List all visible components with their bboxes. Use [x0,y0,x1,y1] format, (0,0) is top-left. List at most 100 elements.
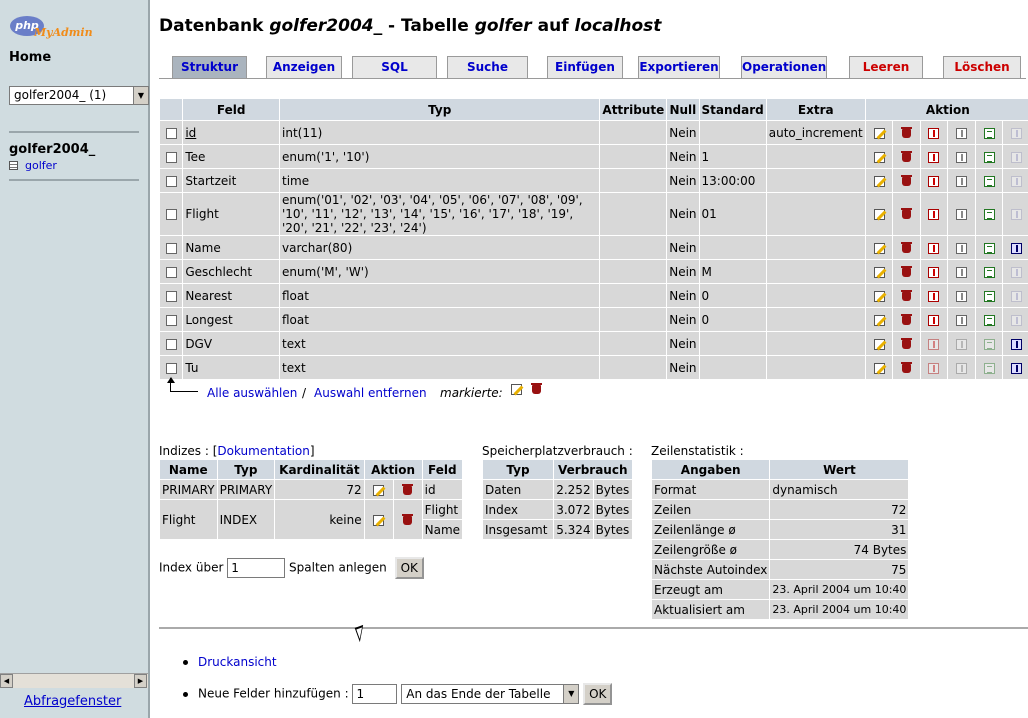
horizontal-scrollbar[interactable]: ◀ ▶ [0,673,148,688]
phpmyadmin-logo[interactable]: php MyAdmin [10,14,100,44]
field-name[interactable]: Startzeit [183,169,279,192]
drop-icon[interactable] [900,126,912,138]
tab-loeschen[interactable]: Löschen [943,56,1021,78]
fulltext-icon[interactable] [1011,266,1023,278]
row-checkbox[interactable] [165,314,177,326]
fulltext-icon[interactable] [1011,127,1023,139]
row-checkbox[interactable] [165,338,177,350]
index-icon[interactable] [983,151,995,163]
unique-icon[interactable] [956,314,968,326]
unique-icon[interactable] [956,338,968,350]
index-icon[interactable] [983,314,995,326]
edit-icon[interactable] [873,338,885,350]
primary-key-icon[interactable] [928,175,940,187]
tab-struktur[interactable]: Struktur [172,56,247,78]
row-checkbox[interactable] [165,209,177,220]
documentation-link[interactable]: Dokumentation [217,444,310,458]
index-icon[interactable] [983,242,995,254]
row-checkbox[interactable] [165,175,177,187]
tab-sql[interactable]: SQL [352,56,437,78]
sidebar-item-table[interactable]: golfer [9,159,57,172]
unique-icon[interactable] [956,242,968,254]
drop-icon[interactable] [402,513,414,525]
primary-key-icon[interactable] [928,127,940,139]
drop-icon[interactable] [900,313,912,325]
tab-anzeigen[interactable]: Anzeigen [266,56,342,78]
field-name[interactable]: id [183,121,279,144]
drop-icon[interactable] [900,174,912,186]
scroll-left-icon[interactable]: ◀ [0,674,13,688]
edit-icon[interactable] [873,266,885,278]
home-link[interactable]: Home [9,50,51,65]
field-name[interactable]: Name [183,236,279,259]
index-icon[interactable] [983,209,995,220]
print-view-link[interactable]: Druckansicht [198,655,277,669]
drop-icon[interactable] [900,289,912,301]
drop-icon[interactable] [900,208,912,219]
edit-icon[interactable] [873,242,885,254]
fulltext-icon[interactable] [1011,151,1023,163]
primary-key-icon[interactable] [928,338,940,350]
row-checkbox[interactable] [165,290,177,302]
database-select[interactable]: golfer2004_ (1) ▼ [9,86,149,105]
edit-icon[interactable] [873,290,885,302]
field-name[interactable]: Longest [183,308,279,331]
primary-key-icon[interactable] [928,151,940,163]
fulltext-icon[interactable] [1011,314,1023,326]
unique-icon[interactable] [956,362,968,374]
chevron-down-icon[interactable]: ▼ [563,685,579,703]
unique-icon[interactable] [956,127,968,139]
create-index-ok-button[interactable]: OK [394,557,424,579]
unique-icon[interactable] [956,290,968,302]
field-name[interactable]: Tu [183,356,279,379]
edit-icon[interactable] [873,362,885,374]
fulltext-icon[interactable] [1011,175,1023,187]
current-database-link[interactable]: golfer2004_ [9,142,95,157]
edit-icon[interactable] [873,175,885,187]
add-fields-position-select[interactable]: An das Ende der Tabelle ▼ [401,684,580,704]
drop-icon[interactable] [900,150,912,162]
tab-einfuegen[interactable]: Einfügen [547,56,623,78]
fulltext-icon[interactable] [1011,338,1023,350]
row-checkbox[interactable] [165,127,177,139]
edit-icon[interactable] [873,209,885,220]
drop-icon[interactable] [900,265,912,277]
field-name[interactable]: DGV [183,332,279,355]
index-icon[interactable] [983,266,995,278]
primary-key-icon[interactable] [928,290,940,302]
unique-icon[interactable] [956,175,968,187]
edit-icon[interactable] [373,484,385,496]
table-link[interactable]: golfer [25,159,57,172]
index-icon[interactable] [983,362,995,374]
chevron-down-icon[interactable]: ▼ [133,87,148,104]
primary-key-icon[interactable] [928,314,940,326]
unique-icon[interactable] [956,266,968,278]
drop-marked-icon[interactable] [530,383,542,394]
tab-leeren[interactable]: Leeren [849,56,923,78]
select-all-link[interactable]: Alle auswählen [207,386,297,400]
drop-icon[interactable] [900,361,912,373]
index-icon[interactable] [983,290,995,302]
field-name[interactable]: Tee [183,145,279,168]
row-checkbox[interactable] [165,362,177,374]
table-icon[interactable] [9,161,18,170]
fulltext-icon[interactable] [1011,242,1023,254]
index-icon[interactable] [983,338,995,350]
tab-operationen[interactable]: Operationen [741,56,827,78]
edit-marked-icon[interactable] [511,384,522,395]
field-name[interactable]: Nearest [183,284,279,307]
unique-icon[interactable] [956,209,968,220]
drop-icon[interactable] [900,241,912,253]
index-icon[interactable] [983,127,995,139]
edit-icon[interactable] [873,314,885,326]
tab-exportieren[interactable]: Exportieren [638,56,720,78]
unique-icon[interactable] [956,151,968,163]
row-checkbox[interactable] [165,266,177,278]
primary-key-icon[interactable] [928,209,940,220]
query-window-link[interactable]: Abfragefenster [24,694,121,709]
tab-suche[interactable]: Suche [447,56,528,78]
row-checkbox[interactable] [165,151,177,163]
drop-icon[interactable] [900,337,912,349]
fulltext-icon[interactable] [1011,209,1023,220]
select-none-link[interactable]: Auswahl entfernen [314,386,427,400]
